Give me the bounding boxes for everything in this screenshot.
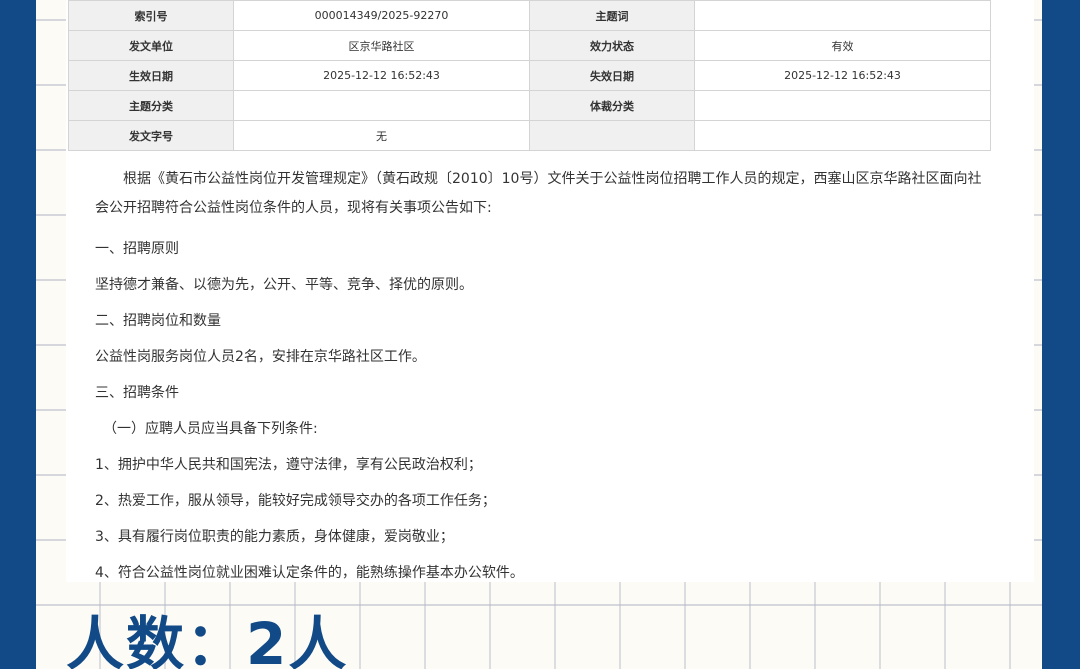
meta-value: 区京华路社区 [233, 30, 530, 61]
list-item: 2、热爱工作，服从领导，能较好完成领导交办的各项工作任务； [95, 493, 496, 509]
list-item: 4、符合公益性岗位就业困难认定条件的，能熟练操作基本办公软件。 [95, 565, 524, 581]
meta-value: 000014349/2025-92270 [233, 0, 530, 31]
meta-label: 发文字号 [68, 120, 234, 151]
table-row: 主题分类 体裁分类 [68, 90, 991, 121]
meta-value [694, 0, 991, 31]
document-metadata-table: 索引号 000014349/2025-92270 主题词 发文单位 区京华路社区… [68, 0, 991, 151]
meta-label: 失效日期 [529, 60, 695, 91]
meta-value: 2025-12-12 16:52:43 [233, 60, 530, 91]
meta-value: 2025-12-12 16:52:43 [694, 60, 991, 91]
section-heading: 一、招聘原则 [95, 241, 179, 257]
meta-label [529, 120, 695, 151]
meta-value [233, 90, 530, 121]
meta-value [694, 120, 991, 151]
meta-value: 无 [233, 120, 530, 151]
grid-paper-background: 索引号 000014349/2025-92270 主题词 发文单位 区京华路社区… [36, 0, 1042, 669]
meta-label: 体裁分类 [529, 90, 695, 121]
list-item: 3、具有履行岗位职责的能力素质，身体健康，爱岗敬业； [95, 529, 454, 545]
headcount-headline: 人数：2人 [66, 610, 349, 669]
table-row: 索引号 000014349/2025-92270 主题词 [68, 0, 991, 31]
intro-paragraph: 根据《黄石市公益性岗位开发管理规定》（黄石政规〔2010〕10号）文件关于公益性… [95, 171, 982, 216]
meta-label: 效力状态 [529, 30, 695, 61]
section-heading: 二、招聘岗位和数量 [95, 313, 221, 329]
meta-value [694, 90, 991, 121]
document-card: 索引号 000014349/2025-92270 主题词 发文单位 区京华路社区… [66, 0, 1034, 582]
meta-label: 索引号 [68, 0, 234, 31]
section-heading: 三、招聘条件 [95, 385, 179, 401]
table-row: 发文字号 无 [68, 120, 991, 151]
list-item: 1、拥护中华人民共和国宪法，遵守法律，享有公民政治权利； [95, 457, 482, 473]
section-text: 坚持德才兼备、以德为先，公开、平等、竞争、择优的原则。 [95, 277, 473, 293]
section-text: 公益性岗服务岗位人员2名，安排在京华路社区工作。 [95, 349, 426, 365]
meta-label: 生效日期 [68, 60, 234, 91]
table-row: 发文单位 区京华路社区 效力状态 有效 [68, 30, 991, 61]
meta-label: 发文单位 [68, 30, 234, 61]
table-row: 生效日期 2025-12-12 16:52:43 失效日期 2025-12-12… [68, 60, 991, 91]
meta-label: 主题词 [529, 0, 695, 31]
announcement-body: 根据《黄石市公益性岗位开发管理规定》（黄石政规〔2010〕10号）文件关于公益性… [95, 165, 995, 595]
meta-value: 有效 [694, 30, 991, 61]
meta-label: 主题分类 [68, 90, 234, 121]
subsection-heading: （一）应聘人员应当具备下列条件: [103, 421, 318, 437]
